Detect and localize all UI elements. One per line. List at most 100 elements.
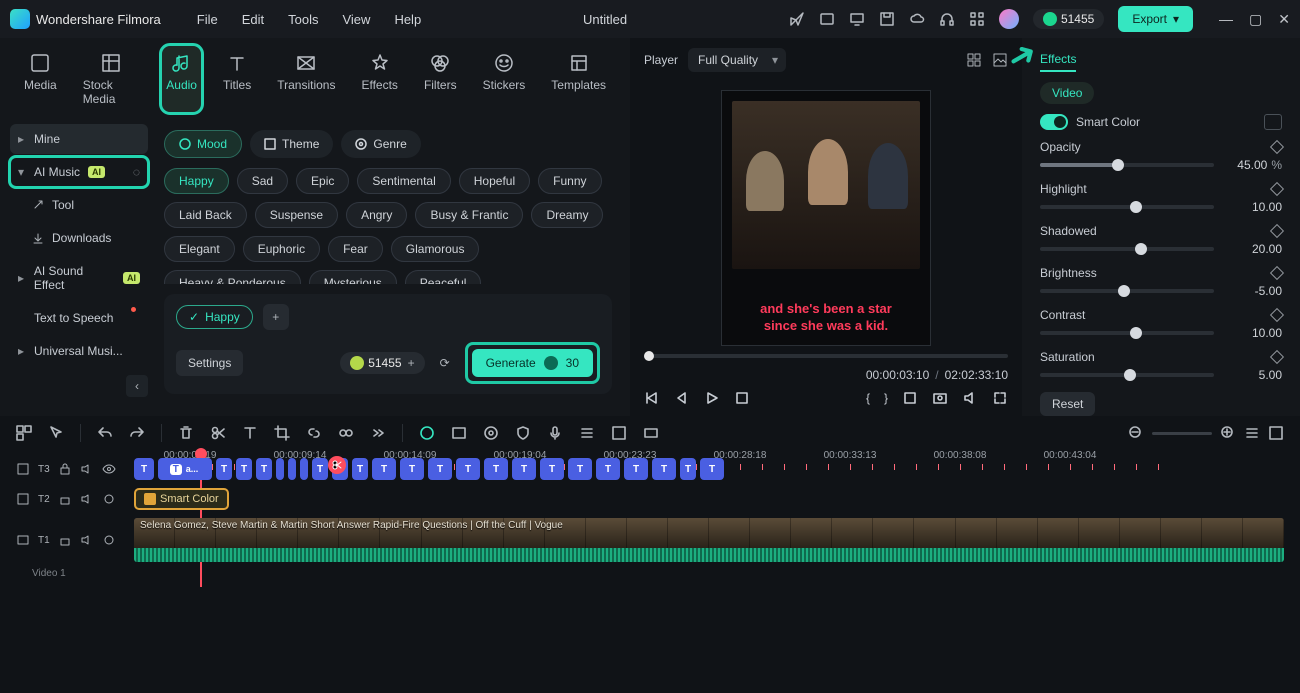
tab-media[interactable]: Media [20, 46, 61, 112]
split-icon[interactable] [210, 425, 226, 441]
chip-hopeful[interactable]: Hopeful [459, 168, 530, 194]
quality-dropdown[interactable]: Full Quality [688, 48, 786, 72]
sidebar-item-universal-music[interactable]: ▸Universal Musi... [10, 336, 148, 366]
filter-mood[interactable]: Mood [164, 130, 242, 158]
text-clip[interactable]: T [372, 458, 396, 480]
sidebar-item-mine[interactable]: ▸Mine [10, 124, 148, 154]
sidebar-item-text-to-speech[interactable]: ▸Text to Speech [10, 303, 148, 333]
text-tool-icon[interactable] [242, 425, 258, 441]
text-clip[interactable]: T [352, 458, 368, 480]
opacity-slider[interactable] [1040, 163, 1214, 167]
text-clip[interactable]: T [680, 458, 696, 480]
effect-clip-smart-color[interactable]: Smart Color [134, 488, 229, 510]
volume-icon[interactable] [962, 390, 978, 406]
selected-tag[interactable]: ✓Happy [176, 305, 253, 329]
pointer-icon[interactable] [48, 425, 64, 441]
chip-glamorous[interactable]: Glamorous [391, 236, 480, 262]
add-tag-button[interactable]: + [263, 304, 289, 330]
contrast-slider[interactable] [1040, 331, 1214, 335]
zoom-slider[interactable] [1152, 432, 1212, 435]
text-clip[interactable]: T [216, 458, 232, 480]
menu-file[interactable]: File [197, 12, 218, 27]
mute-icon[interactable] [80, 462, 94, 476]
scrub-bar[interactable] [630, 354, 1022, 364]
text-clip[interactable]: T [428, 458, 452, 480]
reset-button[interactable]: Reset [1040, 392, 1095, 416]
crop-icon[interactable] [902, 390, 918, 406]
chip-suspense[interactable]: Suspense [255, 202, 338, 228]
chip-sad[interactable]: Sad [237, 168, 288, 194]
chip-angry[interactable]: Angry [346, 202, 407, 228]
text-clip[interactable]: T [456, 458, 480, 480]
mark-out-icon[interactable]: } [884, 391, 888, 405]
mic-icon[interactable] [547, 425, 563, 441]
sidebar-item-ai-music[interactable]: ▾AI MusicAI◌ [10, 157, 148, 187]
pill-video[interactable]: Video [1040, 82, 1094, 104]
tab-transitions[interactable]: Transitions [273, 46, 339, 112]
text-clip[interactable] [276, 458, 284, 480]
text-clip[interactable]: T [700, 458, 724, 480]
play-icon[interactable] [704, 390, 720, 406]
zoom-out-icon[interactable] [1128, 425, 1144, 441]
image-icon[interactable] [992, 52, 1008, 68]
fit-icon[interactable] [643, 425, 659, 441]
credit-pill[interactable]: 51455 [1033, 9, 1104, 29]
effect-icon[interactable] [451, 425, 467, 441]
delete-icon[interactable] [178, 425, 194, 441]
lock-icon[interactable] [58, 462, 72, 476]
layout-icon[interactable] [16, 425, 32, 441]
chip-dreamy[interactable]: Dreamy [531, 202, 603, 228]
keyframe-icon[interactable] [1270, 308, 1284, 322]
tab-audio[interactable]: Audio [162, 46, 201, 112]
close-button[interactable]: ✕ [1278, 11, 1290, 28]
text-clip[interactable]: T a... [158, 458, 212, 480]
filter-genre[interactable]: Genre [341, 130, 420, 158]
cloud-icon[interactable] [909, 11, 925, 27]
device-icon[interactable] [819, 11, 835, 27]
tab-stickers[interactable]: Stickers [479, 46, 530, 112]
chip-peaceful[interactable]: Peaceful [405, 270, 482, 284]
highlight-slider[interactable] [1040, 205, 1214, 209]
preview-viewport[interactable]: and she's been a star since she was a ki… [630, 82, 1022, 354]
chip-busy-frantic[interactable]: Busy & Frantic [415, 202, 523, 228]
chip-sentimental[interactable]: Sentimental [357, 168, 450, 194]
lock-icon[interactable] [58, 533, 72, 547]
sidebar-item-ai-sound-effect[interactable]: ▸AI Sound EffectAI [10, 256, 148, 300]
crop-tool-icon[interactable] [274, 425, 290, 441]
snapshot-icon[interactable] [932, 390, 948, 406]
chip-fear[interactable]: Fear [328, 236, 383, 262]
text-clip[interactable]: T [256, 458, 272, 480]
save-icon[interactable] [879, 11, 895, 27]
keyframe-icon[interactable] [1270, 140, 1284, 154]
more-icon[interactable] [370, 425, 386, 441]
chip-elegant[interactable]: Elegant [164, 236, 235, 262]
keyframe-icon[interactable] [1270, 350, 1284, 364]
link-icon[interactable] [306, 425, 322, 441]
chip-mysterious[interactable]: Mysterious [309, 270, 397, 284]
tab-stock-media[interactable]: Stock Media [79, 46, 145, 112]
fullscreen-icon[interactable] [992, 390, 1008, 406]
frame-icon[interactable] [611, 425, 627, 441]
chain-icon[interactable] [338, 425, 354, 441]
sidebar-item-downloads[interactable]: Downloads [10, 223, 148, 253]
keyframe-icon[interactable] [1270, 224, 1284, 238]
export-button[interactable]: Export ▾ [1118, 6, 1193, 32]
send-icon[interactable] [789, 11, 805, 27]
mute-icon[interactable] [80, 492, 94, 506]
menu-help[interactable]: Help [394, 12, 421, 27]
text-clip[interactable]: T [568, 458, 592, 480]
keyframe-icon[interactable] [1270, 266, 1284, 280]
headphones-icon[interactable] [939, 11, 955, 27]
apps-icon[interactable] [969, 11, 985, 27]
tab-titles[interactable]: Titles [219, 46, 255, 112]
smart-color-toggle[interactable] [1040, 114, 1068, 130]
refresh-button[interactable]: ⟳ [435, 353, 455, 373]
avatar[interactable] [999, 9, 1019, 29]
eye-icon[interactable] [102, 533, 116, 547]
brightness-slider[interactable] [1040, 289, 1214, 293]
filter-theme[interactable]: Theme [250, 130, 333, 158]
eye-icon[interactable] [102, 462, 116, 476]
minimize-button[interactable]: — [1219, 11, 1233, 28]
ai-icon[interactable] [419, 425, 435, 441]
chip-euphoric[interactable]: Euphoric [243, 236, 320, 262]
